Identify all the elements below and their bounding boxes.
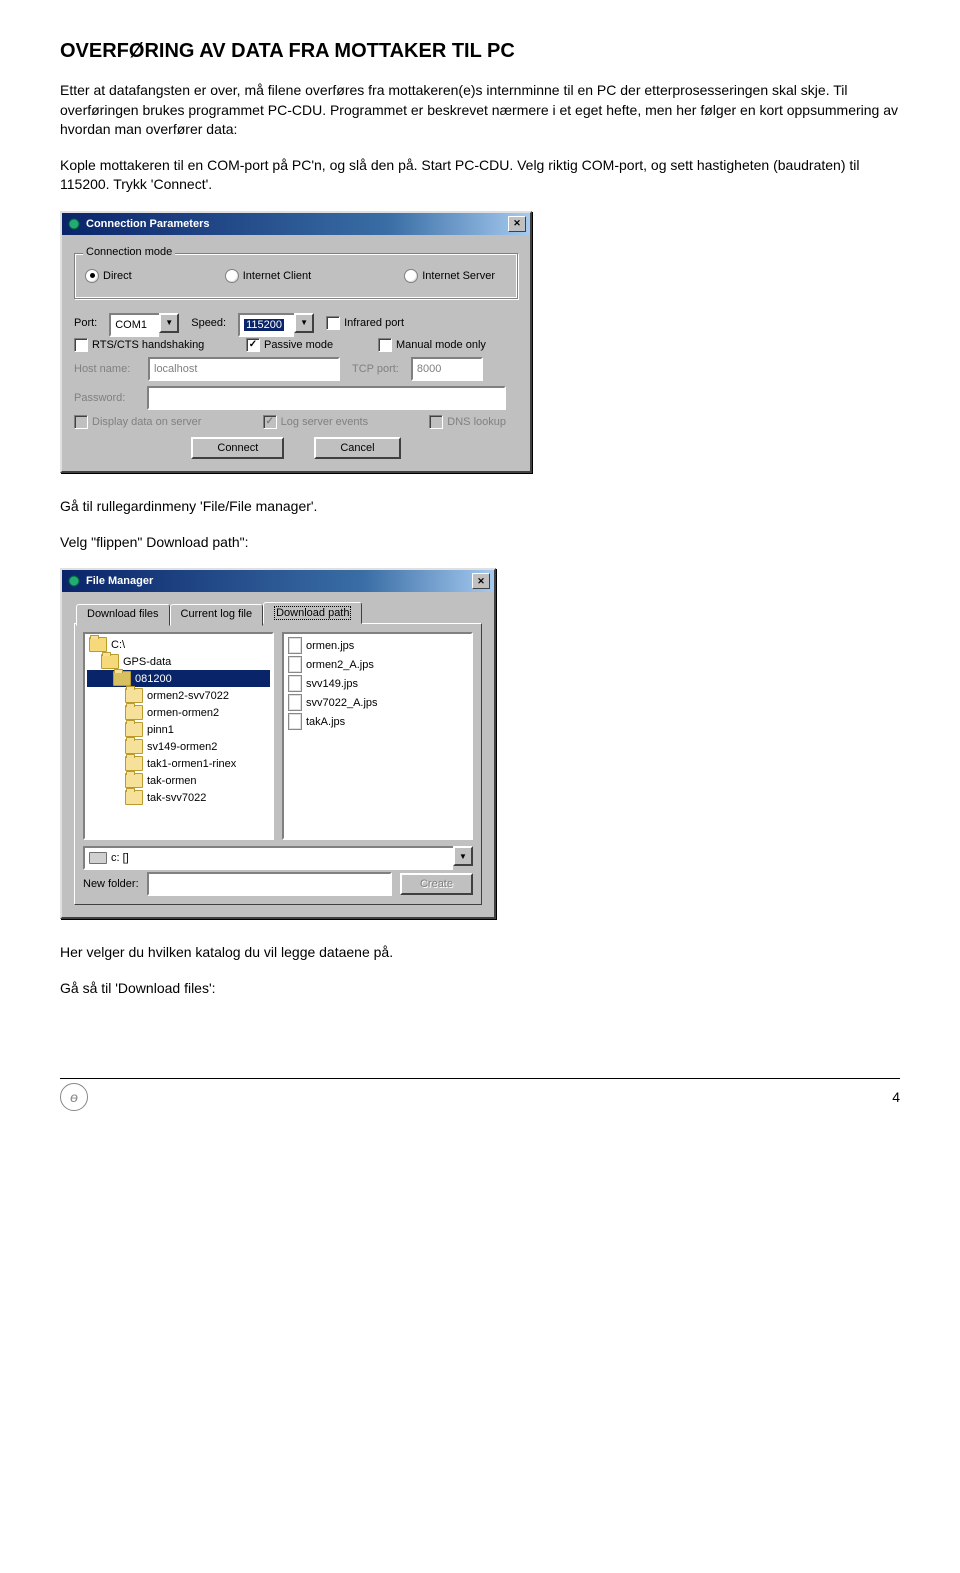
folder-item[interactable]: ormen-ormen2 xyxy=(87,704,270,721)
create-button: Create xyxy=(400,873,473,895)
folder-open-icon xyxy=(101,654,119,669)
drive-combo[interactable]: c: [] ▼ xyxy=(83,846,473,866)
folder-icon xyxy=(125,756,143,771)
dialog-title: File Manager xyxy=(86,575,153,587)
folder-item[interactable]: ormen2-svv7022 xyxy=(87,687,270,704)
folder-icon xyxy=(125,705,143,720)
paragraph-5: Her velger du hvilken katalog du vil leg… xyxy=(60,943,900,963)
file-icon xyxy=(288,713,302,730)
folder-item[interactable]: sv149-ormen2 xyxy=(87,738,270,755)
folder-listbox[interactable]: C:\ GPS-data 081200 ormen2-svv7022 ormen… xyxy=(83,632,274,840)
file-item[interactable]: ormen2_A.jps xyxy=(286,655,469,674)
folder-icon xyxy=(125,790,143,805)
file-icon xyxy=(288,656,302,673)
group-label: Connection mode xyxy=(83,246,175,258)
folder-open-icon xyxy=(89,637,107,652)
chevron-down-icon[interactable]: ▼ xyxy=(453,846,473,866)
close-button[interactable]: ✕ xyxy=(508,216,526,232)
speed-combo[interactable]: 115200 ▼ xyxy=(238,313,314,333)
page-number: 4 xyxy=(892,1089,900,1105)
log-events-checkbox: Log server events xyxy=(263,415,368,429)
speed-label: Speed: xyxy=(191,317,226,329)
folder-icon xyxy=(125,773,143,788)
page-heading: OVERFØRING AV DATA FRA MOTTAKER TIL PC xyxy=(60,40,900,63)
folder-item[interactable]: GPS-data xyxy=(87,653,270,670)
file-listbox[interactable]: ormen.jps ormen2_A.jps svv149.jps svv702… xyxy=(282,632,473,840)
connection-parameters-dialog: Connection Parameters ✕ Connection mode … xyxy=(60,211,532,473)
file-icon xyxy=(288,637,302,654)
folder-item[interactable]: C:\ xyxy=(87,636,270,653)
tab-download-files[interactable]: Download files xyxy=(76,604,170,626)
password-label: Password: xyxy=(74,392,135,404)
folder-item[interactable]: tak-svv7022 xyxy=(87,789,270,806)
radio-internet-server[interactable]: Internet Server xyxy=(404,269,495,283)
port-combo[interactable]: COM1 ▼ xyxy=(109,313,179,333)
intro-paragraph: Etter at datafangsten er over, må filene… xyxy=(60,81,900,140)
host-label: Host name: xyxy=(74,363,136,375)
port-label: Port: xyxy=(74,317,97,329)
folder-item[interactable]: pinn1 xyxy=(87,721,270,738)
tcp-label: TCP port: xyxy=(352,363,399,375)
display-data-checkbox: Display data on server xyxy=(74,415,201,429)
folder-item[interactable]: tak-ormen xyxy=(87,772,270,789)
folder-icon xyxy=(125,739,143,754)
folder-icon xyxy=(125,688,143,703)
file-item[interactable]: takA.jps xyxy=(286,712,469,731)
file-item[interactable]: svv7022_A.jps xyxy=(286,693,469,712)
paragraph-4: Velg "flippen" Download path": xyxy=(60,533,900,553)
connection-mode-group: Connection mode Direct Internet Client I… xyxy=(74,253,518,299)
file-icon xyxy=(288,694,302,711)
passive-checkbox[interactable]: Passive mode xyxy=(246,338,366,352)
app-icon xyxy=(66,216,82,232)
file-item[interactable]: svv149.jps xyxy=(286,674,469,693)
folder-icon xyxy=(125,722,143,737)
infrared-checkbox[interactable]: Infrared port xyxy=(326,316,404,330)
radio-direct[interactable]: Direct xyxy=(85,269,132,283)
manual-checkbox[interactable]: Manual mode only xyxy=(378,338,486,352)
file-manager-dialog: File Manager ✕ Download files Current lo… xyxy=(60,568,496,919)
paragraph-2: Kople mottakeren til en COM-port på PC'n… xyxy=(60,156,900,195)
chevron-down-icon[interactable]: ▼ xyxy=(159,313,179,333)
chevron-down-icon[interactable]: ▼ xyxy=(294,313,314,333)
dialog-title: Connection Parameters xyxy=(86,218,209,230)
paragraph-3: Gå til rullegardinmeny 'File/File manage… xyxy=(60,497,900,517)
app-icon xyxy=(66,573,82,589)
dialog-titlebar: File Manager ✕ xyxy=(62,570,494,592)
cancel-button[interactable]: Cancel xyxy=(314,437,400,459)
password-input xyxy=(147,386,506,410)
host-input: localhost xyxy=(148,357,340,381)
dialog-titlebar: Connection Parameters ✕ xyxy=(62,213,530,235)
tab-download-path[interactable]: Download path xyxy=(263,602,362,624)
folder-open-icon xyxy=(113,671,131,686)
paragraph-6: Gå så til 'Download files': xyxy=(60,979,900,999)
page-footer: ɵ 4 xyxy=(60,1078,900,1111)
new-folder-input[interactable] xyxy=(147,872,392,896)
rts-checkbox[interactable]: RTS/CTS handshaking xyxy=(74,338,234,352)
radio-internet-client[interactable]: Internet Client xyxy=(225,269,311,283)
connect-button[interactable]: Connect xyxy=(191,437,284,459)
tcp-input: 8000 xyxy=(411,357,483,381)
new-folder-label: New folder: xyxy=(83,878,139,890)
folder-item-selected[interactable]: 081200 xyxy=(87,670,270,687)
folder-item[interactable]: tak1-ormen1-rinex xyxy=(87,755,270,772)
close-button[interactable]: ✕ xyxy=(472,573,490,589)
dns-checkbox: DNS lookup xyxy=(429,415,506,429)
tab-current-log-file[interactable]: Current log file xyxy=(170,604,264,626)
drive-icon xyxy=(89,852,107,864)
file-item[interactable]: ormen.jps xyxy=(286,636,469,655)
footer-logo-icon: ɵ xyxy=(60,1083,88,1111)
file-icon xyxy=(288,675,302,692)
